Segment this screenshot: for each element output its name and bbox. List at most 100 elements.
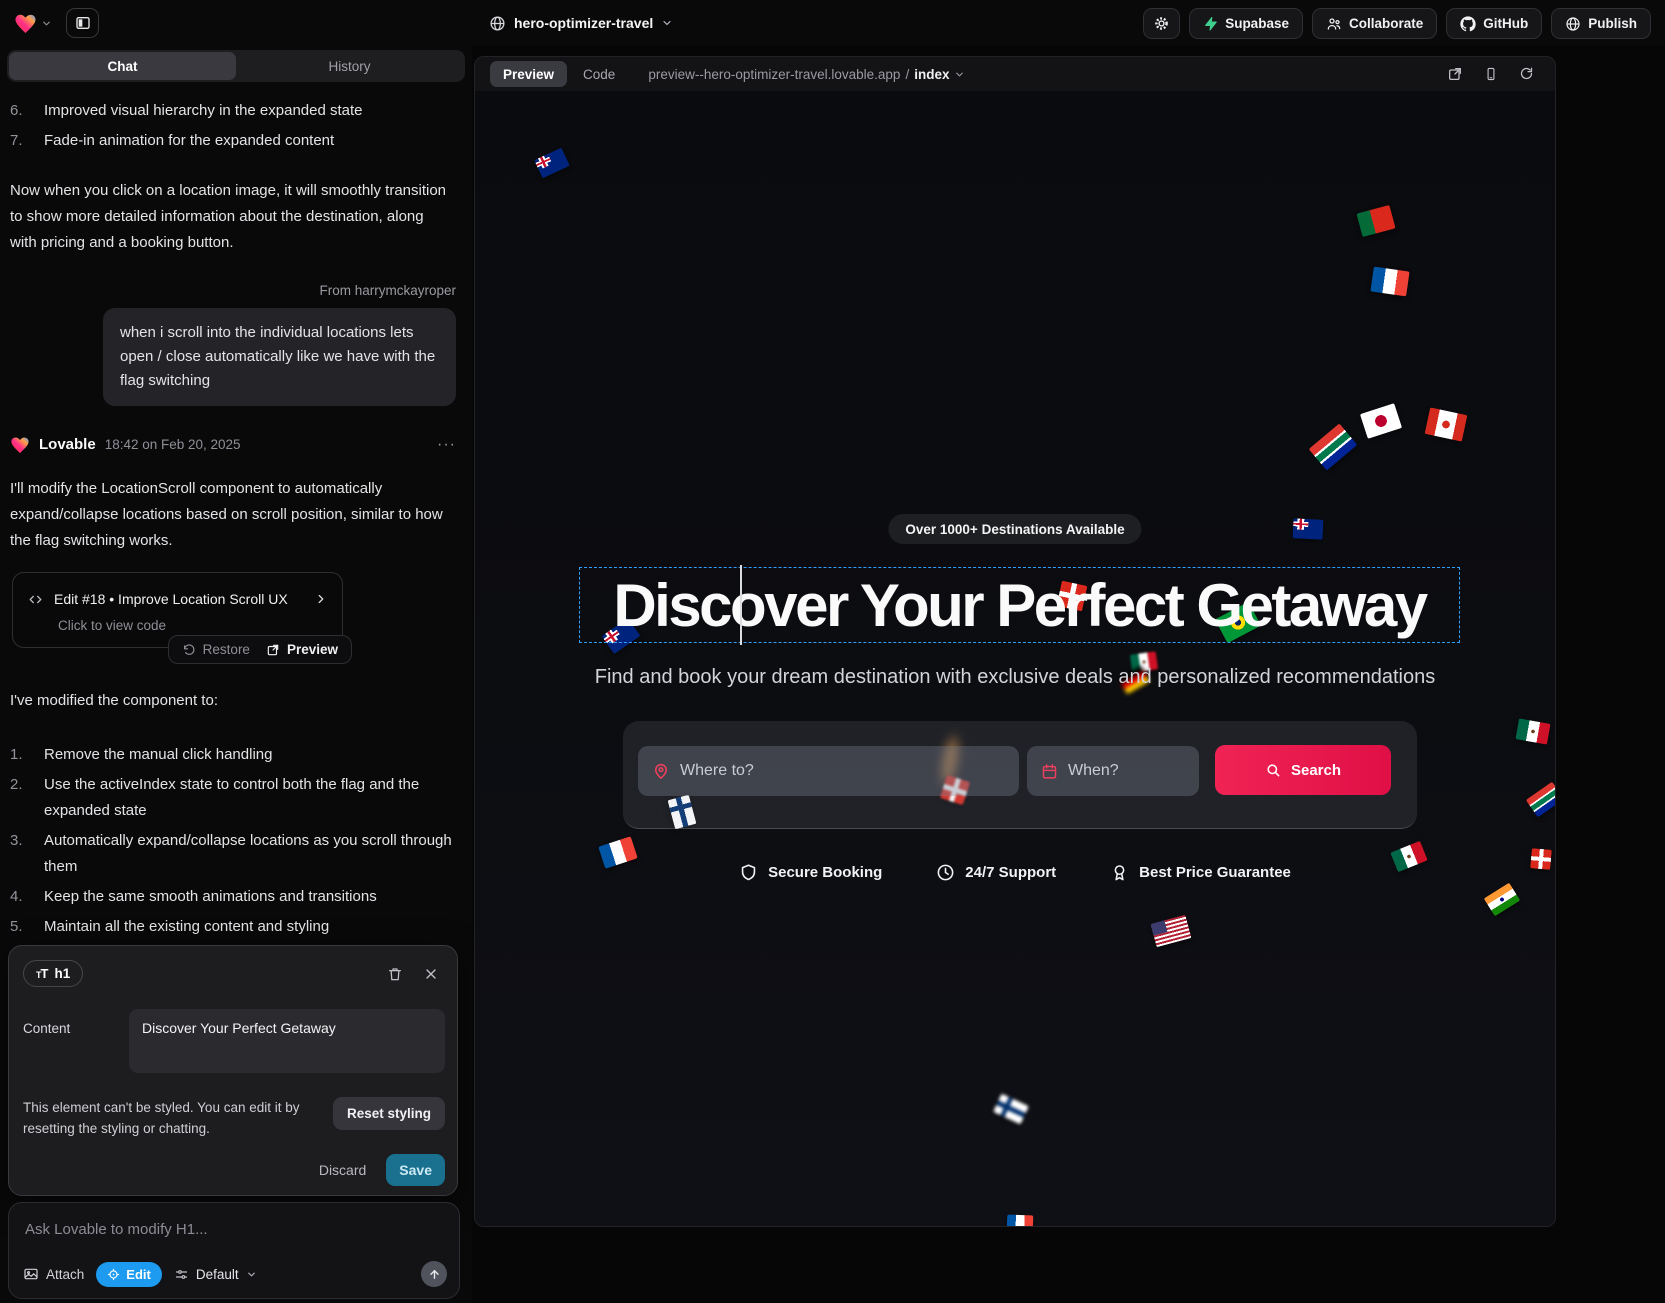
tab-preview[interactable]: Preview bbox=[490, 61, 567, 87]
flag-australia bbox=[534, 148, 570, 179]
flag-france bbox=[1007, 1215, 1034, 1226]
element-tag-pill[interactable]: TT h1 bbox=[23, 960, 83, 987]
collaborate-label: Collaborate bbox=[1349, 16, 1423, 31]
flag-mexico bbox=[1515, 718, 1550, 744]
search-icon bbox=[1265, 762, 1281, 778]
styling-note: This element can't be styled. You can ed… bbox=[23, 1097, 323, 1139]
project-name: hero-optimizer-travel bbox=[514, 15, 653, 31]
flag-france bbox=[1370, 267, 1409, 297]
discard-button[interactable]: Discard bbox=[303, 1154, 382, 1186]
mobile-view-icon[interactable] bbox=[1484, 66, 1498, 82]
collaborate-button[interactable]: Collaborate bbox=[1312, 8, 1437, 39]
clock-icon bbox=[936, 863, 955, 882]
map-pin-icon bbox=[652, 762, 670, 780]
edit-mode-button[interactable]: Edit bbox=[96, 1262, 162, 1287]
search-button[interactable]: Search bbox=[1215, 745, 1391, 795]
lovable-logo-heart-icon[interactable] bbox=[14, 13, 37, 34]
github-button[interactable]: GitHub bbox=[1446, 8, 1542, 39]
edit-card-title: Edit #18 • Improve Location Scroll UX bbox=[54, 586, 288, 612]
shield-icon bbox=[739, 863, 758, 882]
restore-button[interactable]: Restore bbox=[182, 637, 250, 663]
list-item: 7.Fade-in animation for the expanded con… bbox=[10, 128, 456, 154]
flag-japan bbox=[1360, 403, 1402, 439]
hero-subtitle: Find and book your dream destination wit… bbox=[475, 666, 1555, 689]
logo-chevron-down-icon[interactable] bbox=[41, 18, 52, 29]
trash-icon[interactable] bbox=[387, 966, 403, 982]
feature-best-price: Best Price Guarantee bbox=[1110, 863, 1291, 882]
supabase-button[interactable]: Supabase bbox=[1189, 8, 1303, 39]
assistant-list-top: 6.Improved visual hierarchy in the expan… bbox=[10, 98, 456, 154]
project-switcher[interactable]: hero-optimizer-travel bbox=[489, 0, 673, 46]
github-label: GitHub bbox=[1483, 16, 1528, 31]
where-to-input[interactable]: Where to? bbox=[638, 746, 1019, 796]
flag-south-africa bbox=[1526, 782, 1555, 818]
chat-sidebar: Chat History 6.Improved visual hierarchy… bbox=[0, 46, 472, 1303]
chevron-down-icon bbox=[954, 69, 965, 80]
flag-portugal bbox=[1356, 205, 1395, 237]
open-external-icon[interactable] bbox=[1447, 66, 1463, 82]
code-brackets-icon bbox=[27, 592, 44, 607]
model-default-select[interactable]: Default bbox=[174, 1267, 257, 1282]
when-placeholder: When? bbox=[1068, 762, 1119, 780]
user-message-bubble: when i scroll into the individual locati… bbox=[103, 308, 456, 406]
send-button[interactable] bbox=[421, 1261, 447, 1287]
lovable-avatar-heart-icon bbox=[10, 436, 30, 454]
flag-usa bbox=[1151, 915, 1192, 947]
attach-button[interactable]: Attach bbox=[23, 1266, 84, 1282]
image-icon bbox=[23, 1266, 39, 1282]
reset-styling-button[interactable]: Reset styling bbox=[333, 1097, 445, 1130]
assistant-timestamp: 18:42 on Feb 20, 2025 bbox=[105, 432, 241, 458]
composer-input[interactable]: Ask Lovable to modify H1... bbox=[25, 1221, 445, 1238]
publish-label: Publish bbox=[1588, 16, 1637, 31]
globe-icon bbox=[489, 15, 506, 32]
hero-title[interactable]: Discover Your Perfect Getaway bbox=[579, 567, 1460, 643]
publish-globe-icon bbox=[1565, 16, 1581, 32]
save-button[interactable]: Save bbox=[386, 1154, 445, 1186]
element-editor-panel: TT h1 Content Discover Your Perfect Geta… bbox=[8, 945, 458, 1196]
text-caret bbox=[740, 565, 742, 645]
close-icon[interactable] bbox=[423, 966, 439, 982]
chat-scroll-area[interactable]: 6.Improved visual hierarchy in the expan… bbox=[0, 82, 472, 940]
tab-code[interactable]: Code bbox=[583, 67, 615, 82]
content-textarea[interactable]: Discover Your Perfect Getaway bbox=[129, 1009, 445, 1073]
assistant-name: Lovable bbox=[39, 432, 96, 458]
feature-secure-booking: Secure Booking bbox=[739, 863, 882, 882]
where-to-placeholder: Where to? bbox=[680, 762, 754, 780]
flag-south-africa bbox=[1309, 423, 1358, 470]
preview-toolbar: Preview Code preview--hero-optimizer-tra… bbox=[475, 57, 1555, 91]
tab-history[interactable]: History bbox=[236, 52, 463, 80]
top-bar: hero-optimizer-travel Supabase Collabora… bbox=[0, 0, 1665, 46]
award-icon bbox=[1110, 863, 1129, 882]
edit-card-subtitle: Click to view code bbox=[58, 617, 328, 635]
target-icon bbox=[107, 1268, 120, 1281]
collaborate-people-icon bbox=[1326, 16, 1342, 32]
settings-button[interactable] bbox=[1143, 8, 1180, 39]
flag-canada bbox=[1425, 407, 1468, 441]
feature-list: Secure Booking 24/7 Support Best Price G… bbox=[475, 863, 1555, 882]
tab-chat[interactable]: Chat bbox=[9, 52, 236, 80]
edit-version-card[interactable]: Edit #18 • Improve Location Scroll UX Cl… bbox=[12, 572, 343, 648]
when-input[interactable]: When? bbox=[1027, 746, 1199, 796]
preview-panel: Preview Code preview--hero-optimizer-tra… bbox=[474, 56, 1556, 1227]
preview-url[interactable]: preview--hero-optimizer-travel.lovable.a… bbox=[648, 67, 965, 82]
url-page: index bbox=[914, 67, 949, 82]
list-item: 4.Keep the same smooth animations and tr… bbox=[10, 884, 455, 910]
arrow-up-icon bbox=[428, 1268, 441, 1281]
list-item: 1.Remove the manual click handling bbox=[10, 742, 455, 768]
element-tag-name: h1 bbox=[54, 966, 70, 981]
calendar-icon bbox=[1041, 763, 1058, 780]
sidebar-toggle-button[interactable] bbox=[66, 8, 99, 38]
assistant-list-bottom: 1.Remove the manual click handling 2.Use… bbox=[10, 742, 455, 940]
preview-viewport[interactable]: Over 1000+ Destinations Available Discov… bbox=[475, 91, 1555, 1226]
list-item: 2.Use the activeIndex state to control b… bbox=[10, 772, 455, 824]
message-menu-ellipsis-icon[interactable]: ··· bbox=[437, 432, 456, 458]
chat-composer[interactable]: Ask Lovable to modify H1... Attach Edit … bbox=[8, 1202, 460, 1299]
message-from-label: From harrymckayroper bbox=[10, 282, 456, 300]
assistant-paragraph: I've modified the component to: bbox=[10, 688, 456, 714]
publish-button[interactable]: Publish bbox=[1551, 8, 1651, 39]
preview-version-button[interactable]: Preview bbox=[266, 637, 338, 663]
refresh-icon[interactable] bbox=[1519, 66, 1534, 81]
chevron-down-icon bbox=[246, 1269, 257, 1280]
github-icon bbox=[1460, 16, 1476, 32]
supabase-label: Supabase bbox=[1225, 16, 1289, 31]
